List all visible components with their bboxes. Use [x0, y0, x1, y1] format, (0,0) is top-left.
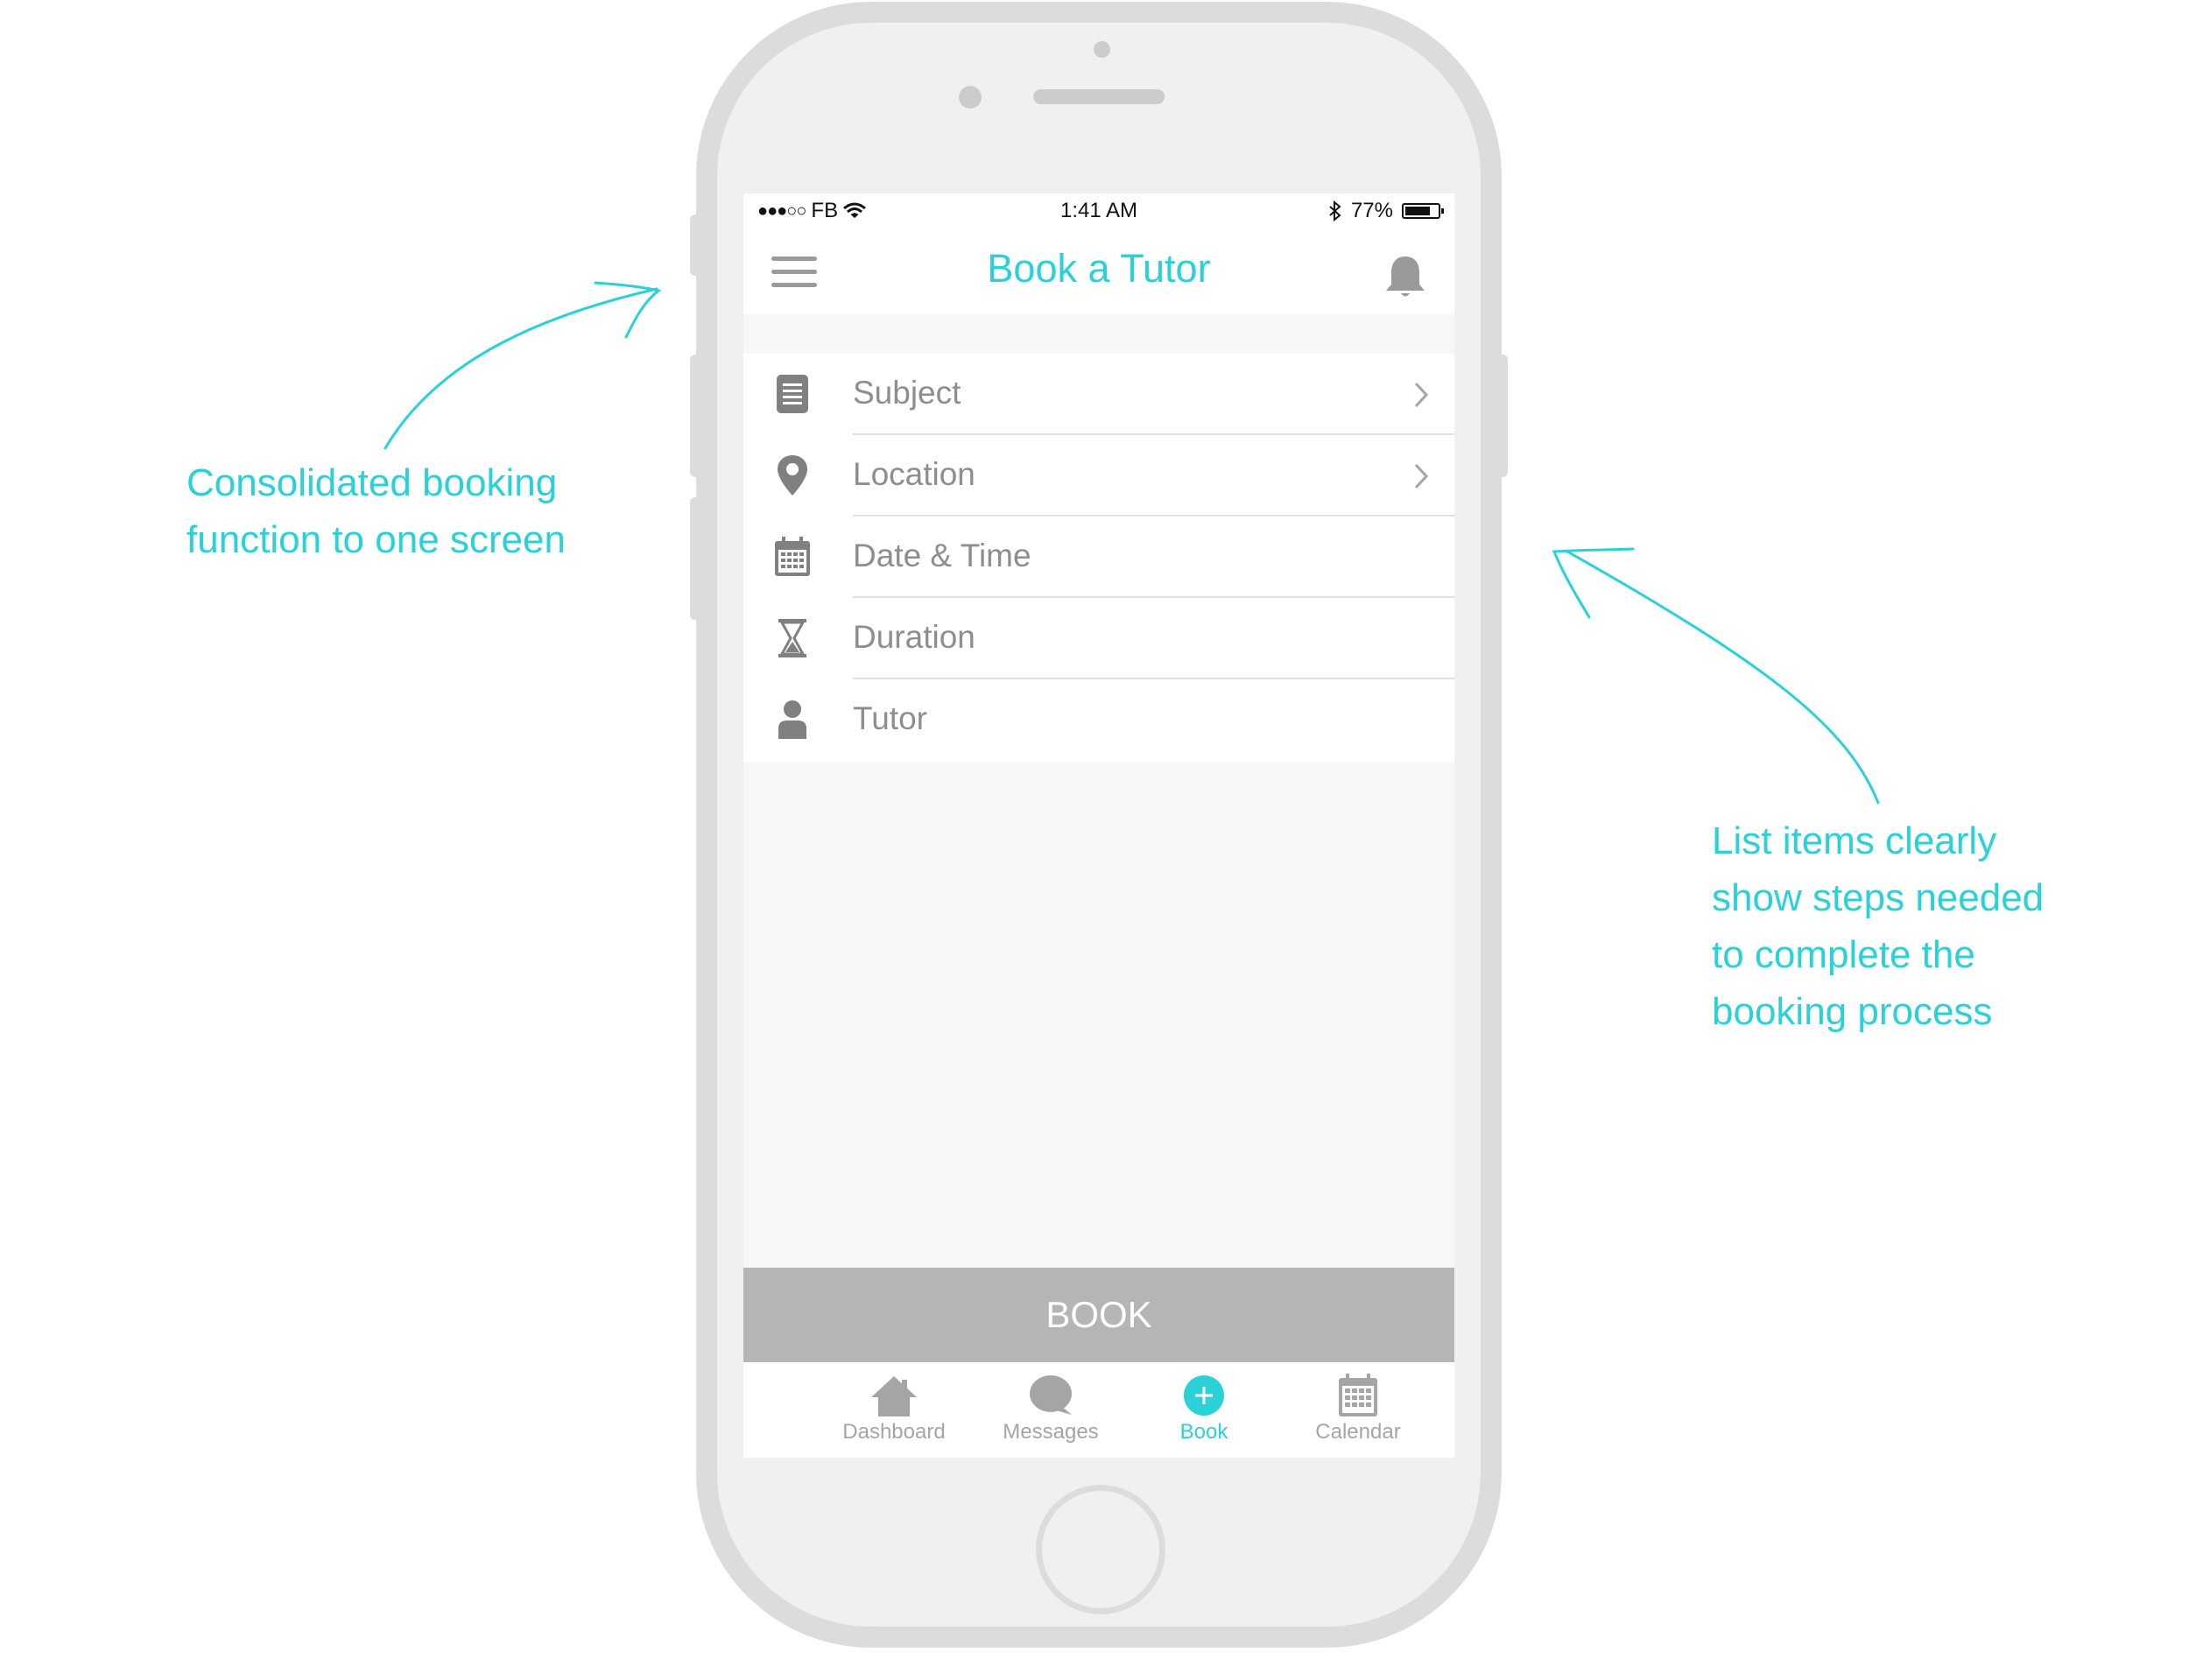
- tab-dashboard[interactable]: Dashboard: [815, 1362, 973, 1458]
- plus-circle-icon: [1184, 1375, 1224, 1416]
- right-annotation-line: to complete the: [1712, 933, 1975, 976]
- booking-steps-list: Subject Location Date & Time Duration Tu…: [743, 354, 1454, 763]
- proximity-sensor: [1094, 41, 1110, 58]
- tab-label: Book: [1179, 1420, 1228, 1444]
- home-icon: [871, 1376, 917, 1416]
- status-bar: ●●●○○ FB 1:41 AM 77%: [743, 193, 1454, 228]
- person-icon: [778, 700, 806, 739]
- document-icon: [777, 375, 808, 413]
- bell-icon[interactable]: [1379, 251, 1432, 304]
- calendar-icon: [775, 537, 810, 576]
- bluetooth-icon: [1329, 200, 1341, 221]
- list-item-label: Date & Time: [853, 538, 1031, 573]
- chevron-right-icon: [1414, 382, 1429, 408]
- right-annotation-arrow: [1566, 550, 1880, 805]
- chevron-right-icon: [1414, 463, 1429, 489]
- calendar-icon: [1339, 1374, 1377, 1416]
- hourglass-icon: [778, 619, 806, 657]
- front-camera: [959, 86, 982, 109]
- bottom-tab-bar: Dashboard Messages Book Calendar: [743, 1362, 1454, 1458]
- list-item-label: Location: [853, 456, 975, 492]
- app-screen: ●●●○○ FB 1:41 AM 77% Book a Tutor Subjec…: [743, 193, 1454, 1458]
- left-annotation-line: Consolidated booking: [187, 461, 558, 504]
- list-item-location[interactable]: Location: [743, 435, 1454, 517]
- left-annotation-line: function to one screen: [187, 518, 566, 561]
- tab-label: Messages: [1003, 1420, 1099, 1444]
- top-nav-bar: Book a Tutor: [743, 228, 1454, 314]
- book-button[interactable]: BOOK: [743, 1268, 1454, 1362]
- tab-messages[interactable]: Messages: [972, 1362, 1130, 1458]
- tab-label: Dashboard: [842, 1420, 946, 1444]
- list-item-label: Duration: [853, 619, 975, 655]
- right-annotation-line: show steps needed: [1712, 876, 2045, 919]
- earpiece-speaker: [1033, 89, 1165, 104]
- battery-icon: [1402, 203, 1444, 219]
- list-item-tutor[interactable]: Tutor: [743, 679, 1454, 761]
- list-item-label: Subject: [853, 375, 961, 411]
- list-item-date-time[interactable]: Date & Time: [743, 517, 1454, 598]
- right-annotation-line: booking process: [1712, 990, 1993, 1033]
- home-button[interactable]: [1036, 1485, 1165, 1614]
- status-right: 77%: [1328, 199, 1444, 223]
- tab-book[interactable]: Book: [1125, 1362, 1283, 1458]
- battery-percentage: 77%: [1350, 199, 1393, 222]
- right-annotation-line: List items clearly: [1712, 819, 1997, 862]
- list-item-duration[interactable]: Duration: [743, 598, 1454, 679]
- list-item-subject[interactable]: Subject: [743, 354, 1454, 435]
- page-title: Book a Tutor: [987, 246, 1211, 291]
- tab-label: Calendar: [1315, 1420, 1401, 1444]
- location-pin-icon: [778, 455, 807, 496]
- left-annotation-arrow: [384, 287, 658, 450]
- tab-calendar[interactable]: Calendar: [1279, 1362, 1437, 1458]
- chat-bubble-icon: [1030, 1375, 1072, 1415]
- list-item-label: Tutor: [853, 700, 927, 736]
- right-annotation: List items clearly show steps needed to …: [1712, 812, 2044, 1040]
- left-annotation: Consolidated booking function to one scr…: [187, 454, 566, 568]
